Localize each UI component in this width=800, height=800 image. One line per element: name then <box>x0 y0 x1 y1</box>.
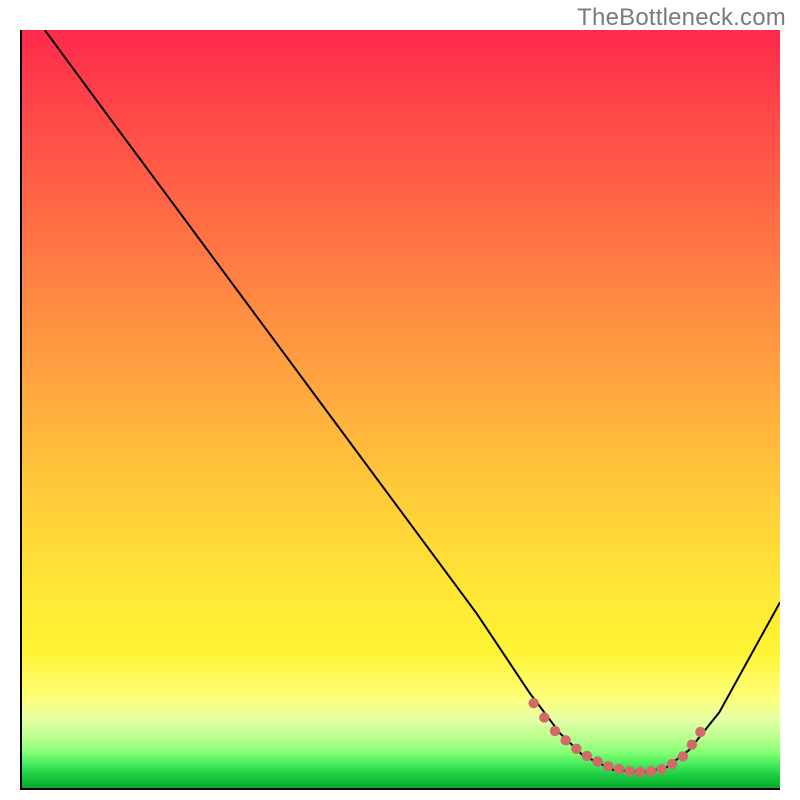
curve-layer <box>22 30 780 788</box>
dotted-marker <box>571 744 581 754</box>
watermark-text: TheBottleneck.com <box>577 4 786 32</box>
bottleneck-curve <box>45 30 780 772</box>
dotted-marker <box>624 766 634 776</box>
dotted-marker <box>678 751 688 761</box>
dotted-marker <box>550 726 560 736</box>
dotted-marker <box>656 764 666 774</box>
dotted-marker <box>635 767 645 777</box>
chart-container: TheBottleneck.com <box>0 0 800 800</box>
dotted-marker <box>646 766 656 776</box>
dotted-marker <box>687 740 697 750</box>
dotted-marker <box>603 761 613 771</box>
dotted-bottom-segment <box>528 698 705 777</box>
dotted-marker <box>614 764 624 774</box>
dotted-marker <box>695 727 705 737</box>
dotted-marker <box>582 751 592 761</box>
dotted-marker <box>667 759 677 769</box>
plot-area <box>20 30 780 790</box>
dotted-marker <box>528 698 538 708</box>
dotted-marker <box>560 735 570 745</box>
dotted-marker <box>539 712 549 722</box>
dotted-marker <box>592 756 602 766</box>
